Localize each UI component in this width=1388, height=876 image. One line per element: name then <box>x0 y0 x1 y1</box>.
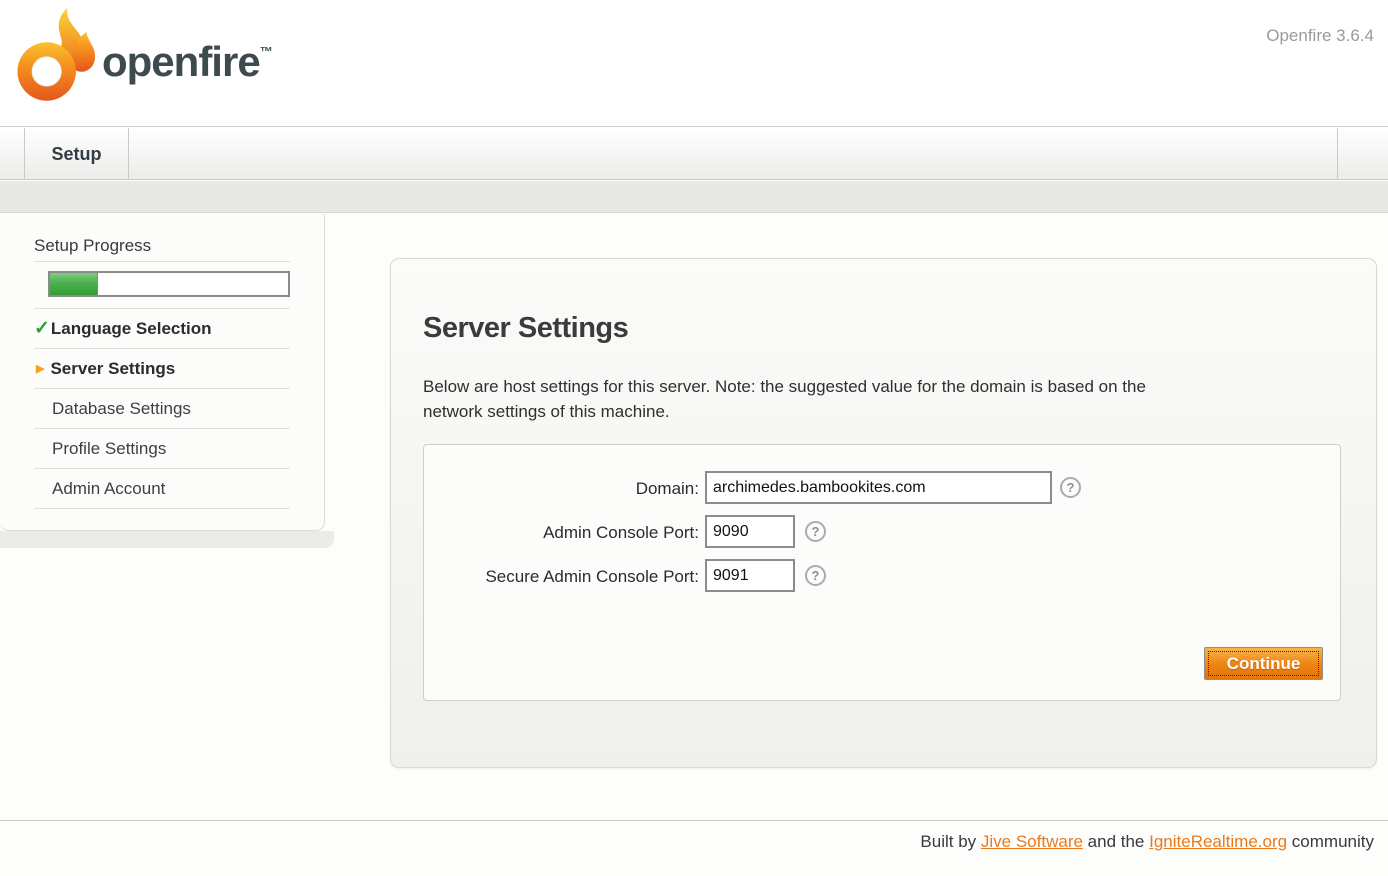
admin-console-port-label: Admin Console Port: <box>424 516 699 549</box>
igniterealtime-link[interactable]: IgniteRealtime.org <box>1149 832 1287 851</box>
main-content-panel: Server Settings Below are host settings … <box>390 258 1377 768</box>
sidebar-item-language-selection[interactable]: ✓Language Selection <box>0 309 290 349</box>
footer-credits: Built by Jive Software and the IgniteRea… <box>920 832 1374 852</box>
sidebar-item-profile-settings[interactable]: Profile Settings <box>0 429 290 469</box>
server-settings-form: Domain: ? Admin Console Port: ? Secure A… <box>423 444 1341 701</box>
progress-bar <box>48 271 290 297</box>
sidebar-item-server-settings[interactable]: ▶ Server Settings <box>0 349 290 389</box>
sidebar-item-label: Database Settings <box>52 399 191 418</box>
sidebar-backdrop <box>0 531 334 548</box>
domain-label: Domain: <box>424 472 699 505</box>
domain-input[interactable] <box>705 471 1052 504</box>
sidebar-item-label: Server Settings <box>50 359 175 378</box>
footer-text: Built by <box>920 832 980 851</box>
secure-admin-console-port-input[interactable] <box>705 559 795 592</box>
progress-bar-row <box>34 262 290 309</box>
secure-admin-console-port-label: Secure Admin Console Port: <box>424 560 699 593</box>
tab-setup[interactable]: Setup <box>24 128 129 180</box>
subnav-band <box>0 181 1388 213</box>
description-line-2: network settings of this machine. <box>423 399 1146 424</box>
tab-bar-end-divider <box>1337 128 1338 180</box>
sidebar-item-label: Profile Settings <box>52 439 166 458</box>
page-title: Server Settings <box>423 312 628 345</box>
page-description: Below are host settings for this server.… <box>423 374 1146 424</box>
setup-progress-title: Setup Progress <box>34 234 290 262</box>
progress-bar-fill <box>50 273 98 295</box>
help-icon[interactable]: ? <box>805 565 826 586</box>
sidebar-item-label: Language Selection <box>51 319 212 338</box>
setup-progress-sidebar: Setup Progress ✓Language Selection ▶ Serv… <box>0 214 325 531</box>
sidebar-item-label: Admin Account <box>52 479 165 498</box>
logo-wordmark: openfire™ <box>102 38 272 86</box>
flame-logo-icon <box>14 6 100 106</box>
version-label: Openfire 3.6.4 <box>1266 26 1374 46</box>
admin-console-port-input[interactable] <box>705 515 795 548</box>
tab-bar: Setup <box>0 128 1388 180</box>
footer-text: community <box>1287 832 1374 851</box>
help-icon[interactable]: ? <box>805 521 826 542</box>
footer-text: and the <box>1083 832 1149 851</box>
description-line-1: Below are host settings for this server.… <box>423 374 1146 399</box>
sidebar-item-admin-account[interactable]: Admin Account <box>0 469 290 509</box>
page: openfire™ Openfire 3.6.4 Setup Setup Pro… <box>0 0 1388 876</box>
divider <box>34 508 290 509</box>
check-icon: ✓ <box>34 318 50 339</box>
help-icon[interactable]: ? <box>1060 477 1081 498</box>
current-step-arrow-icon: ▶ <box>36 363 44 375</box>
footer-divider <box>0 820 1388 821</box>
header: openfire™ Openfire 3.6.4 <box>0 0 1388 127</box>
continue-button[interactable]: Continue <box>1204 647 1323 680</box>
jive-software-link[interactable]: Jive Software <box>981 832 1083 851</box>
trademark-symbol: ™ <box>260 44 272 59</box>
sidebar-item-database-settings[interactable]: Database Settings <box>0 389 290 429</box>
openfire-logo: openfire™ <box>14 4 314 114</box>
